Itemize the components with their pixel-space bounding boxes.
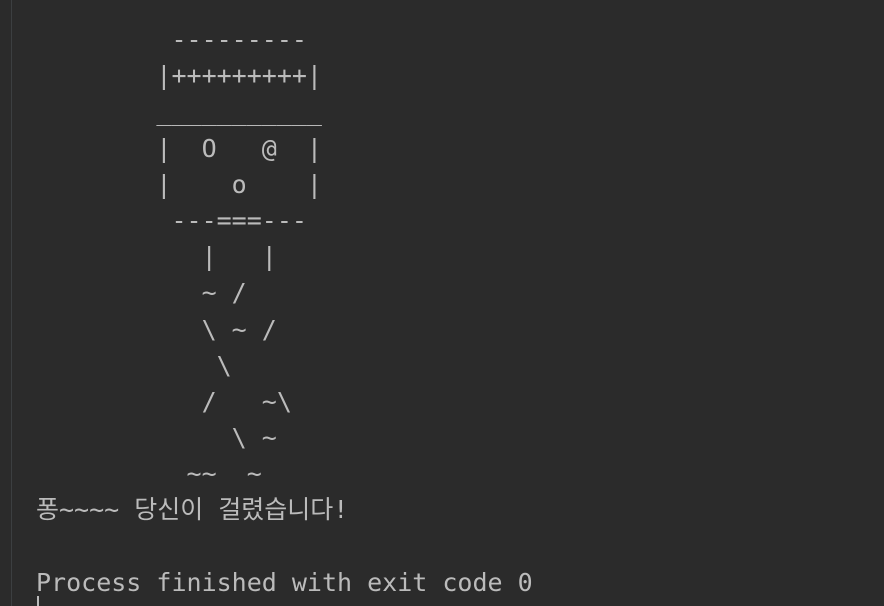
output-line: | O @ | [36,133,322,163]
output-line: / ~\ [36,386,292,416]
console-gutter-divider [11,0,12,606]
output-line: 퐁~~~~ 당신이 걸렸습니다! [36,495,349,525]
output-line: ~ / [36,278,247,308]
output-line: | | [36,242,277,272]
console-output: --------- |+++++++++| ___________ | O @ … [36,22,533,601]
text-cursor[interactable] [37,596,39,606]
output-line: ___________ [36,97,322,127]
exit-status-line: Process finished with exit code 0 [36,567,533,597]
output-line: \ ~ [36,423,277,453]
output-line: ~~ ~ [36,459,262,489]
output-line: ---===--- [36,205,307,235]
output-line: --------- [36,25,307,54]
output-line: \ [36,350,232,380]
output-line: |+++++++++| [36,61,322,91]
output-line: \ ~ / [36,314,277,344]
output-line: | o | [36,169,322,199]
run-console-panel: --------- |+++++++++| ___________ | O @ … [0,0,884,606]
